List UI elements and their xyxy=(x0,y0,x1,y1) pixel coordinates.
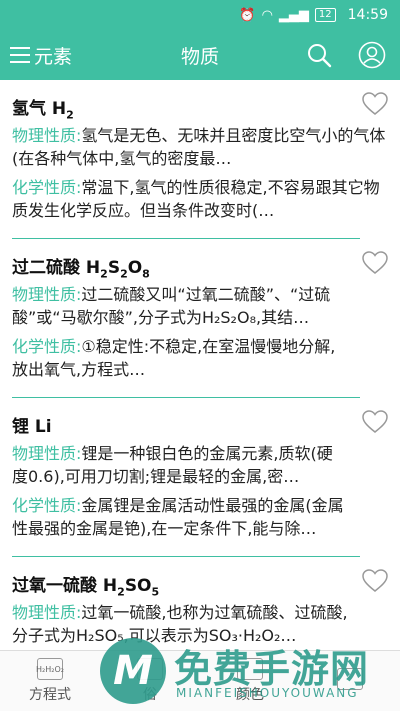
alarm-icon: ⏰ xyxy=(239,7,256,23)
nav-label: 俗 xyxy=(143,687,157,703)
physical-label: 物理性质: xyxy=(12,126,82,145)
item-name: 过二硫酸 xyxy=(12,258,80,278)
nav-icon: H₂H₂O₂ xyxy=(36,658,64,680)
chemical-property: 化学性质:常温下,氢气的性质很稳定,不容易跟其它物质发生化学反应。但当条件改变时… xyxy=(12,176,388,222)
physical-label: 物理性质: xyxy=(12,444,82,463)
item-formula: H2 xyxy=(51,99,74,122)
nav-item[interactable]: 颜色 xyxy=(200,651,300,711)
app-bar: 元素 物质 xyxy=(0,30,400,80)
nav-item[interactable]: 俗 xyxy=(100,651,200,711)
chemical-label: 化学性质: xyxy=(12,337,82,356)
favorite-heart-icon[interactable] xyxy=(362,569,388,593)
item-name: 过氧一硫酸 xyxy=(12,576,97,596)
user-icon[interactable] xyxy=(358,41,386,69)
favorite-heart-icon[interactable] xyxy=(362,410,388,434)
physical-property: 物理性质:过二硫酸又叫“过氧二硫酸”、“过硫酸”或“马歇尔酸”,分子式为H₂S₂… xyxy=(12,283,348,329)
battery-indicator: 12 xyxy=(314,8,336,22)
clock: 14:59 xyxy=(347,7,388,23)
list-item[interactable]: 过二硫酸 H2S2O8 物理性质:过二硫酸又叫“过氧二硫酸”、“过硫酸”或“马歇… xyxy=(12,238,388,397)
physical-label: 物理性质: xyxy=(12,285,82,304)
physical-property: 物理性质:氢气是无色、无味并且密度比空气小的气体(在各种气体中,氢气的密度最… xyxy=(12,124,388,170)
status-bar: ⏰ ◠ ▂▄▆ 12 14:59 xyxy=(0,0,400,30)
nav-label: 颜色 xyxy=(236,687,264,703)
list-item[interactable]: 氢气 H2 物理性质:氢气是无色、无味并且密度比空气小的气体(在各种气体中,氢气… xyxy=(0,80,400,238)
item-name: 锂 xyxy=(12,417,29,437)
bottom-nav: H₂H₂O₂ 方程式 俗 颜色 xyxy=(0,650,400,711)
substance-list[interactable]: 氢气 H2 物理性质:氢气是无色、无味并且密度比空气小的气体(在各种气体中,氢气… xyxy=(0,80,400,650)
item-title: 锂 Li xyxy=(12,412,348,437)
chemical-label: 化学性质: xyxy=(12,496,82,515)
nav-icon xyxy=(137,658,163,680)
item-title: 过氧一硫酸 H2SO5 xyxy=(12,571,348,599)
item-title: 过二硫酸 H2S2O8 xyxy=(12,253,348,281)
item-formula: H2SO5 xyxy=(102,576,160,599)
nav-item[interactable] xyxy=(300,651,400,711)
list-item[interactable]: 过氧一硫酸 H2SO5 物理性质:过氧一硫酸,也称为过氧硫酸、过硫酸,分子式为H… xyxy=(12,556,388,650)
search-icon[interactable] xyxy=(306,42,332,68)
status-icons: ⏰ ◠ ▂▄▆ 12 14:59 xyxy=(239,7,388,23)
signal-icon: ▂▄▆ xyxy=(278,7,309,23)
nav-icon xyxy=(237,658,263,680)
physical-property: 物理性质:锂是一种银白色的金属元素,质软(硬度0.6),可用刀切割;锂是最轻的金… xyxy=(12,442,348,488)
physical-property: 物理性质:过氧一硫酸,也称为过氧硫酸、过硫酸,分子式为H₂SO₅,可以表示为SO… xyxy=(12,601,348,647)
page-title: 物质 xyxy=(180,46,219,68)
favorite-heart-icon[interactable] xyxy=(362,92,388,116)
item-title: 氢气 H2 xyxy=(12,94,388,122)
chemical-property: 化学性质:金属锂是金属活动性最强的金属(金属性最强的金属是铯),在一定条件下,能… xyxy=(12,494,348,540)
physical-label: 物理性质: xyxy=(12,603,82,622)
nav-item[interactable]: H₂H₂O₂ 方程式 xyxy=(0,651,100,711)
item-name: 氢气 xyxy=(12,99,46,119)
favorite-heart-icon[interactable] xyxy=(362,251,388,275)
nav-label: 方程式 xyxy=(29,687,71,703)
list-item[interactable]: 锂 Li 物理性质:锂是一种银白色的金属元素,质软(硬度0.6),可用刀切割;锂… xyxy=(12,397,388,556)
item-formula: H2S2O8 xyxy=(85,258,150,281)
wifi-icon: ◠ xyxy=(261,7,273,23)
nav-icon xyxy=(337,668,363,690)
chemical-label: 化学性质: xyxy=(12,178,82,197)
chemical-property: 化学性质:①稳定性:不稳定,在室温慢慢地分解,放出氧气,方程式… xyxy=(12,335,348,381)
item-formula: Li xyxy=(34,417,52,437)
